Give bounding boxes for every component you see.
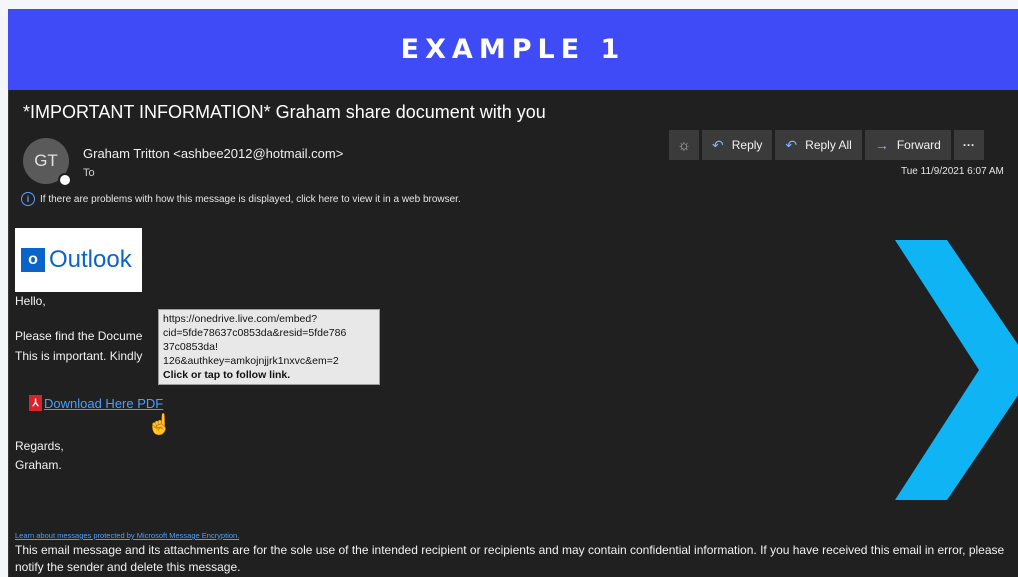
link-tooltip: https://onedrive.live.com/embed? cid=5fd… (158, 309, 380, 385)
tooltip-url-line: 37c0853da! (163, 341, 218, 353)
forward-icon: → (874, 137, 889, 153)
reply-button[interactable]: ↶ Reply (702, 130, 773, 160)
message-toolbar: ☼ ↶ Reply ↶ Reply All → Forward ··· (669, 130, 984, 160)
forward-label: Forward (896, 138, 941, 152)
avatar-initials: GT (34, 151, 58, 170)
reply-icon: ↶ (712, 136, 724, 153)
chevron-shape (895, 240, 1018, 500)
sender-address[interactable]: Graham Tritton <ashbee2012@hotmail.com> (83, 146, 343, 161)
pdf-icon: ⅄ (29, 395, 42, 411)
reply-all-label: Reply All (805, 138, 852, 152)
display-problem-notice[interactable]: i If there are problems with how this me… (21, 192, 461, 206)
signature: Graham. (15, 458, 62, 472)
to-label: To (83, 167, 95, 179)
greeting: Hello, (15, 294, 46, 308)
outlook-logo-text: Outlook (49, 246, 132, 273)
more-icon: ··· (962, 138, 975, 152)
reply-label: Reply (731, 138, 763, 152)
info-text: If there are problems with how this mess… (40, 193, 461, 205)
hand-cursor-icon: ☝ (147, 414, 172, 436)
reply-all-icon: ↶ (785, 136, 798, 153)
tooltip-url-line: https://onedrive.live.com/embed? (163, 313, 318, 325)
reply-all-button[interactable]: ↶ Reply All (775, 130, 862, 160)
body-line-2: This is important. Kindly (15, 349, 143, 363)
closing: Regards, (15, 439, 64, 453)
disclaimer-text: This email message and its attachments a… (15, 543, 1005, 574)
tooltip-action: Click or tap to follow link. (163, 369, 291, 381)
download-pdf-link[interactable]: Download Here PDF (44, 396, 163, 411)
body-line-1: Please find the Docume (15, 329, 143, 343)
email-subject: *IMPORTANT INFORMATION* Graham share doc… (23, 102, 546, 122)
encryption-info-link[interactable]: Learn about messages protected by Micros… (15, 531, 239, 540)
banner-title: EXAMPLE 1 (400, 34, 626, 65)
email-window: *IMPORTANT INFORMATION* Graham share doc… (8, 90, 1018, 577)
presence-indicator (58, 173, 72, 187)
outlook-logo: o Outlook (15, 228, 142, 292)
forward-button[interactable]: → Forward (864, 130, 951, 160)
sun-icon: ☼ (677, 136, 691, 154)
sent-timestamp: Tue 11/9/2021 6:07 AM (901, 166, 1004, 177)
tooltip-url-line: cid=5fde78637c0853da&resid=5fde786 (163, 327, 347, 339)
tooltip-url-line: 126&authkey=amkojnjjrk1nxvc&em=2 (163, 355, 339, 367)
outlook-tile-icon: o (21, 248, 45, 272)
brightness-toggle-button[interactable]: ☼ (669, 130, 699, 160)
chevron-arrow-icon (895, 240, 1018, 500)
download-pdf-link-row[interactable]: ⅄ Download Here PDF (29, 395, 163, 411)
info-icon: i (21, 192, 35, 206)
more-actions-button[interactable]: ··· (953, 130, 984, 160)
header-banner: EXAMPLE 1 (8, 9, 1018, 90)
